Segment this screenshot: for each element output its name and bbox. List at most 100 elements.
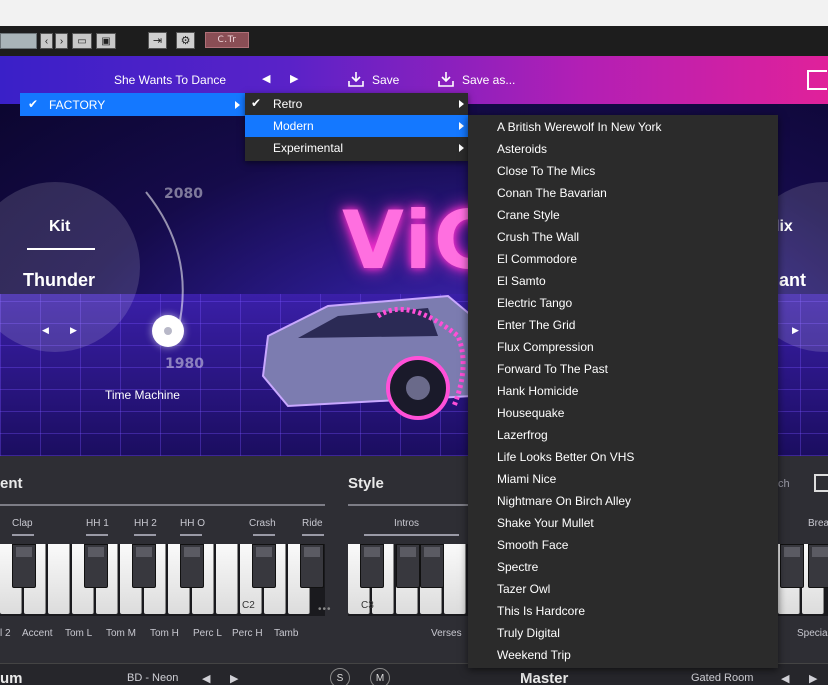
- check-icon: ✔: [251, 96, 262, 110]
- drum-preset-value[interactable]: BD - Neon: [127, 672, 178, 684]
- save-as-button[interactable]: Save as...: [462, 73, 515, 87]
- master-preset-value[interactable]: Gated Room: [691, 672, 753, 684]
- black-key[interactable]: [808, 544, 828, 588]
- preset-prev-arrow-icon[interactable]: ◀: [262, 72, 270, 85]
- menu-item-factory-label: FACTORY: [49, 97, 106, 112]
- preset-item[interactable]: El Commodore: [497, 248, 577, 270]
- master-prev-icon[interactable]: ◀: [781, 672, 789, 685]
- preset-item[interactable]: Electric Tango: [497, 292, 572, 314]
- black-key[interactable]: [780, 544, 804, 588]
- menu-item-retro-label: Retro: [273, 97, 303, 111]
- menu-item-experimental-label: Experimental: [273, 141, 344, 155]
- preset-field[interactable]: [0, 33, 37, 49]
- key-label-clap: Clap: [12, 518, 33, 529]
- time-machine-knob[interactable]: [152, 315, 184, 347]
- gear-icon[interactable]: ⚙: [176, 32, 195, 49]
- preset-item[interactable]: Tazer Owl: [497, 578, 550, 600]
- preset-name[interactable]: She Wants To Dance: [114, 73, 226, 87]
- black-key[interactable]: [300, 544, 324, 588]
- key-label-perch: Perc H: [232, 628, 263, 639]
- key-label-hh1: HH 1: [86, 518, 109, 529]
- open-folder-icon[interactable]: ▭: [72, 33, 92, 49]
- black-key[interactable]: [252, 544, 276, 588]
- key-label-tomm: Tom M: [106, 628, 136, 639]
- preset-item[interactable]: Flux Compression: [497, 336, 594, 358]
- edit-icon[interactable]: [814, 474, 828, 492]
- key-underline: [180, 534, 202, 536]
- key-label-hho: HH O: [180, 518, 205, 529]
- key-underline: [302, 534, 324, 536]
- save-disk-icon[interactable]: ▣: [96, 33, 116, 49]
- solo-button[interactable]: S: [330, 668, 350, 685]
- black-key[interactable]: [180, 544, 204, 588]
- preset-item[interactable]: Nightmare On Birch Alley: [497, 490, 631, 512]
- preset-item[interactable]: A British Werewolf In New York: [497, 116, 662, 138]
- white-key[interactable]: [216, 544, 238, 614]
- mute-button[interactable]: M: [370, 668, 390, 685]
- save-as-icon[interactable]: [437, 70, 455, 88]
- key-label-ride: Ride: [302, 518, 323, 529]
- preset-item[interactable]: Crush The Wall: [497, 226, 579, 248]
- white-key[interactable]: [48, 544, 70, 614]
- style-section-title: Style: [348, 475, 384, 492]
- black-key[interactable]: [12, 544, 36, 588]
- preset-item[interactable]: Enter The Grid: [497, 314, 575, 336]
- preset-item[interactable]: Conan The Bavarian: [497, 182, 607, 204]
- black-key[interactable]: [396, 544, 420, 588]
- save-button[interactable]: Save: [372, 73, 399, 87]
- preset-item[interactable]: Hank Homicide: [497, 380, 578, 402]
- next-button[interactable]: ›: [55, 33, 68, 49]
- style-divider: [348, 504, 468, 506]
- preset-item[interactable]: Lazerfrog: [497, 424, 548, 446]
- black-key[interactable]: [84, 544, 108, 588]
- more-dots-icon[interactable]: •••: [318, 604, 332, 615]
- preset-item[interactable]: Miami Nice: [497, 468, 556, 490]
- menu-item-retro[interactable]: ✔ Retro: [245, 93, 468, 115]
- menu-item-factory[interactable]: ✔ FACTORY: [20, 93, 246, 116]
- preset-item[interactable]: Weekend Trip: [497, 644, 571, 666]
- drum-keyboard[interactable]: C2: [0, 544, 325, 616]
- car-illustration: [261, 294, 472, 420]
- black-key[interactable]: [420, 544, 444, 588]
- save-icon[interactable]: [347, 70, 365, 88]
- note-c3-label: C3: [361, 600, 374, 611]
- menu-item-modern-label: Modern: [273, 119, 314, 133]
- submenu-arrow-icon: [459, 100, 464, 108]
- ctr-button[interactable]: C.Tr: [205, 32, 249, 48]
- preset-item[interactable]: Asteroids: [497, 138, 547, 160]
- preset-item[interactable]: Close To The Mics: [497, 160, 595, 182]
- preset-item[interactable]: Spectre: [497, 556, 538, 578]
- white-key[interactable]: [444, 544, 466, 614]
- preset-item[interactable]: Shake Your Mullet: [497, 512, 594, 534]
- drum-prev-icon[interactable]: ◀: [202, 672, 210, 685]
- key-label-toml: Tom L: [65, 628, 93, 639]
- mix-next-arrow-icon[interactable]: ▶: [792, 325, 799, 336]
- preset-item[interactable]: Life Looks Better On VHS: [497, 446, 634, 468]
- route-icon[interactable]: ⇥: [148, 32, 167, 49]
- preset-item[interactable]: Truly Digital: [497, 622, 560, 644]
- submenu-arrow-icon: [235, 101, 240, 109]
- resize-icon[interactable]: [807, 70, 827, 90]
- style-keyboard[interactable]: C3: [348, 544, 468, 616]
- black-key[interactable]: [360, 544, 384, 588]
- drum-next-icon[interactable]: ▶: [230, 672, 238, 685]
- menu-item-experimental[interactable]: Experimental: [245, 137, 468, 159]
- preset-item[interactable]: Smooth Face: [497, 534, 568, 556]
- submenu-arrow-icon: [459, 144, 464, 152]
- preset-item[interactable]: Forward To The Past: [497, 358, 608, 380]
- check-icon: ✔: [28, 97, 39, 111]
- preset-item[interactable]: El Samto: [497, 270, 546, 292]
- submenu-arrow-icon: [459, 122, 464, 130]
- preset-next-arrow-icon[interactable]: ▶: [290, 72, 298, 85]
- preset-item[interactable]: This Is Hardcore: [497, 600, 585, 622]
- preset-item[interactable]: Housequake: [497, 402, 564, 424]
- master-next-icon[interactable]: ▶: [809, 672, 817, 685]
- preset-item[interactable]: Crane Style: [497, 204, 560, 226]
- prev-button[interactable]: ‹: [40, 33, 53, 49]
- right-keyboard[interactable]: [778, 544, 828, 616]
- black-key[interactable]: [132, 544, 156, 588]
- style-label-verses: Verses: [431, 628, 462, 639]
- key-label-accent: Accent: [22, 628, 53, 639]
- host-toolbar: ‹ › ▭ ▣ ⇥ ⚙ C.Tr: [0, 26, 828, 56]
- menu-item-modern[interactable]: Modern: [245, 115, 468, 137]
